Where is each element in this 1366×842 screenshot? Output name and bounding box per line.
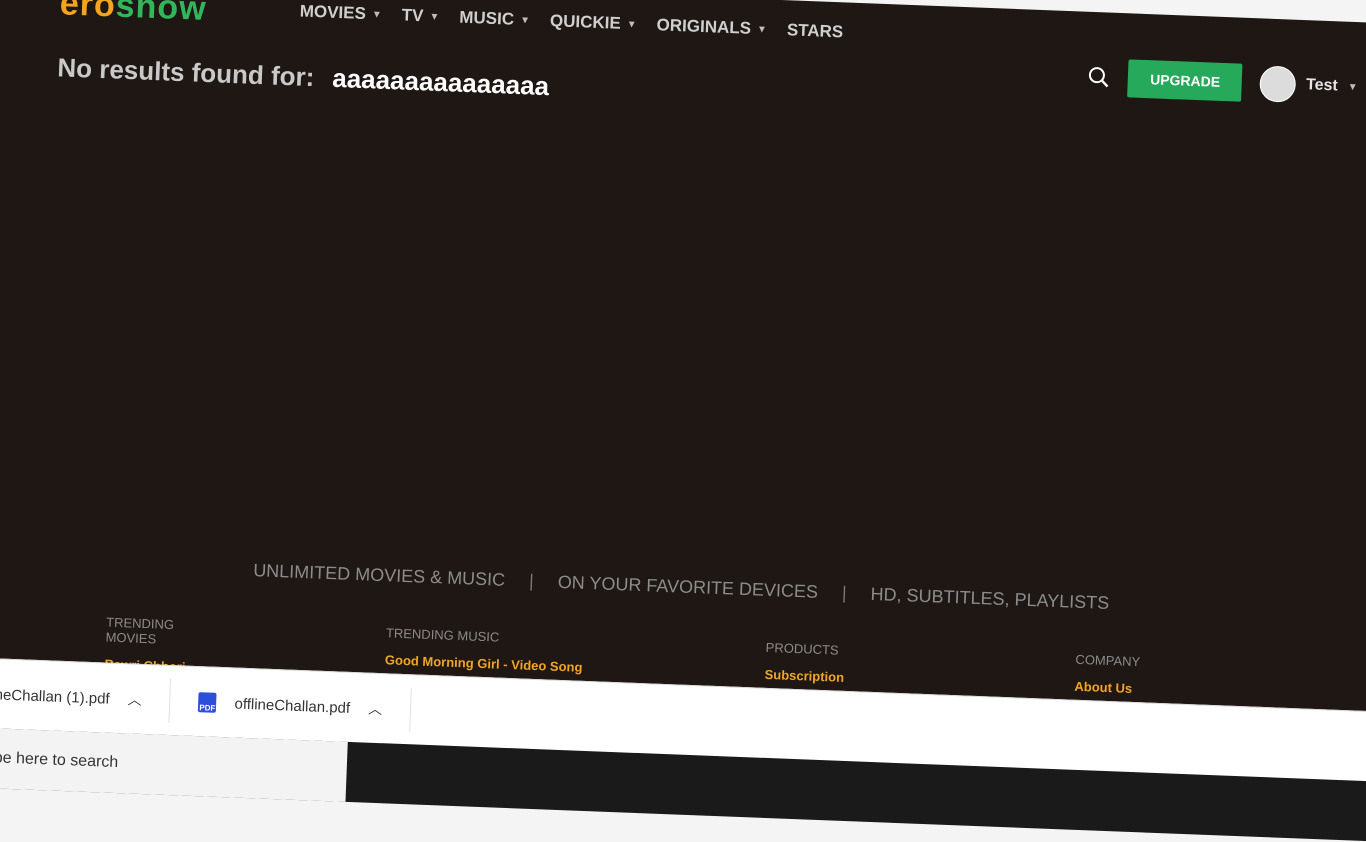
search-query: aaaaaaaaaaaaaaa: [331, 62, 550, 102]
pdf-file-icon: PDF: [198, 692, 217, 713]
nav-movies[interactable]: MOVIES ▼: [299, 2, 382, 25]
user-menu[interactable]: Test ▼: [1259, 65, 1358, 105]
main-nav: MOVIES ▼ TV ▼ MUSIC ▼ QUICKIE ▼ ORIGINAL…: [299, 2, 843, 43]
tagline-item: ON YOUR FAVORITE DEVICES: [557, 571, 819, 602]
search-icon[interactable]: [1088, 66, 1111, 89]
nav-music[interactable]: MUSIC ▼: [459, 8, 530, 31]
nav-tv[interactable]: TV ▼: [401, 5, 439, 26]
download-filename: offlineChallan.pdf: [234, 695, 351, 717]
nav-music-label: MUSIC: [458, 7, 515, 29]
tagline-separator: |: [528, 570, 535, 591]
footer-col-title: PRODUCTS: [765, 639, 839, 658]
chevron-up-icon[interactable]: ︿: [368, 699, 383, 720]
caret-down-icon: ▼: [626, 18, 637, 30]
download-item[interactable]: PDF offlineChallan.pdf ︿: [169, 679, 412, 733]
download-filename: ineChallan (1).pdf: [0, 685, 110, 708]
chevron-up-icon[interactable]: ︿: [127, 689, 142, 710]
nav-quickie-label: QUICKIE: [549, 11, 622, 33]
footer-col-title: COMPANY: [1075, 651, 1141, 670]
nav-tv-label: TV: [401, 5, 424, 26]
footer-link[interactable]: Subscription: [764, 667, 914, 688]
no-results-message: No results found for: aaaaaaaaaaaaaaa: [57, 52, 550, 102]
nav-originals-label: ORIGINALS: [656, 15, 752, 38]
user-name: Test: [1305, 76, 1339, 95]
nav-originals[interactable]: ORIGINALS ▼: [656, 15, 767, 39]
footer-link[interactable]: Good Morning Girl - Video Song: [385, 652, 605, 675]
tagline-item: HD, SUBTITLES, PLAYLISTS: [870, 583, 1110, 614]
caret-down-icon: ▼: [1347, 81, 1358, 93]
nav-stars-label: STARS: [786, 20, 844, 42]
nav-quickie[interactable]: QUICKIE ▼: [550, 11, 637, 34]
caret-down-icon: ▼: [756, 23, 768, 35]
logo-part-1: ero: [59, 0, 117, 25]
caret-down-icon: ▼: [429, 11, 440, 23]
tagline-item: UNLIMITED MOVIES & MUSIC: [252, 560, 506, 590]
no-results-prefix: No results found for:: [56, 52, 315, 93]
download-item[interactable]: ineChallan (1).pdf ︿: [0, 671, 172, 724]
logo-part-2: snow: [115, 0, 208, 28]
upgrade-button[interactable]: UPGRADE: [1127, 59, 1243, 102]
footer-col-title: TRENDING MOVIES: [105, 614, 175, 647]
avatar: [1259, 65, 1297, 103]
footer-link[interactable]: About Us: [1074, 679, 1194, 699]
caret-down-icon: ▼: [371, 8, 382, 21]
nav-movies-label: MOVIES: [299, 1, 367, 24]
tagline-separator: |: [841, 582, 848, 603]
header-actions: UPGRADE Test ▼: [1087, 58, 1358, 106]
footer-col-title: TRENDING MUSIC: [385, 625, 500, 645]
site-logo[interactable]: erosnow: [59, 0, 207, 29]
footer-tagline: UNLIMITED MOVIES & MUSIC | ON YOUR FAVOR…: [253, 560, 1110, 614]
caret-down-icon: ▼: [519, 14, 531, 26]
nav-stars[interactable]: STARS: [787, 20, 844, 42]
